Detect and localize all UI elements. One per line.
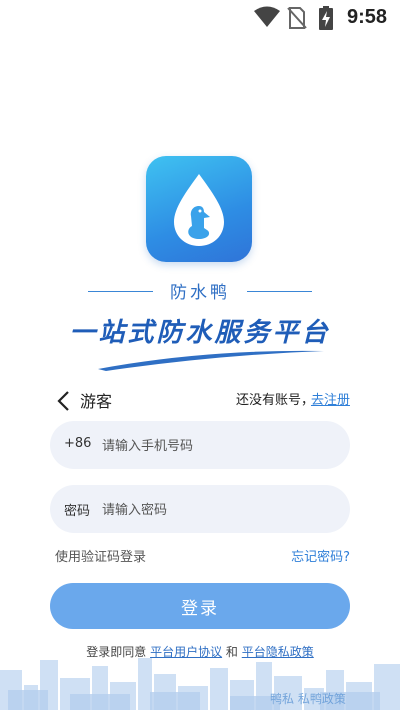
wifi-icon [254, 6, 280, 27]
phone-input[interactable] [100, 421, 344, 471]
status-bar: 9:58 [0, 0, 400, 36]
password-input[interactable] [100, 485, 344, 535]
nav-title: 游客 [80, 392, 113, 411]
battery-charging-icon [319, 6, 333, 30]
status-time: 9:58 [346, 6, 387, 28]
background-overlap-text: 鸭私 私鸭政策 [270, 692, 346, 706]
divider-right [247, 291, 312, 292]
forgot-password-link[interactable]: 忘记密码? [291, 546, 350, 565]
phone-field: +86 [50, 421, 350, 471]
no-account-text: 还没有账号， [235, 393, 314, 408]
password-field: 密码 [50, 485, 350, 535]
app-name-row: 防水鸭 [0, 276, 400, 306]
country-code: +86 [64, 436, 92, 451]
app-logo [146, 156, 252, 262]
no-sim-icon [287, 7, 307, 29]
app-name: 防水鸭 [170, 283, 230, 303]
register-link[interactable]: 去注册 [311, 389, 350, 408]
duck-water-drop-icon [174, 174, 224, 246]
login-button[interactable]: 登录 [50, 583, 350, 629]
slogan-swoosh [98, 350, 324, 371]
password-label: 密码 [64, 504, 91, 519]
nav-row: 游客 还没有账号， 去注册 [0, 384, 400, 414]
code-login-link[interactable]: 使用验证码登录 [55, 546, 146, 565]
chevron-left-icon[interactable] [56, 390, 70, 412]
